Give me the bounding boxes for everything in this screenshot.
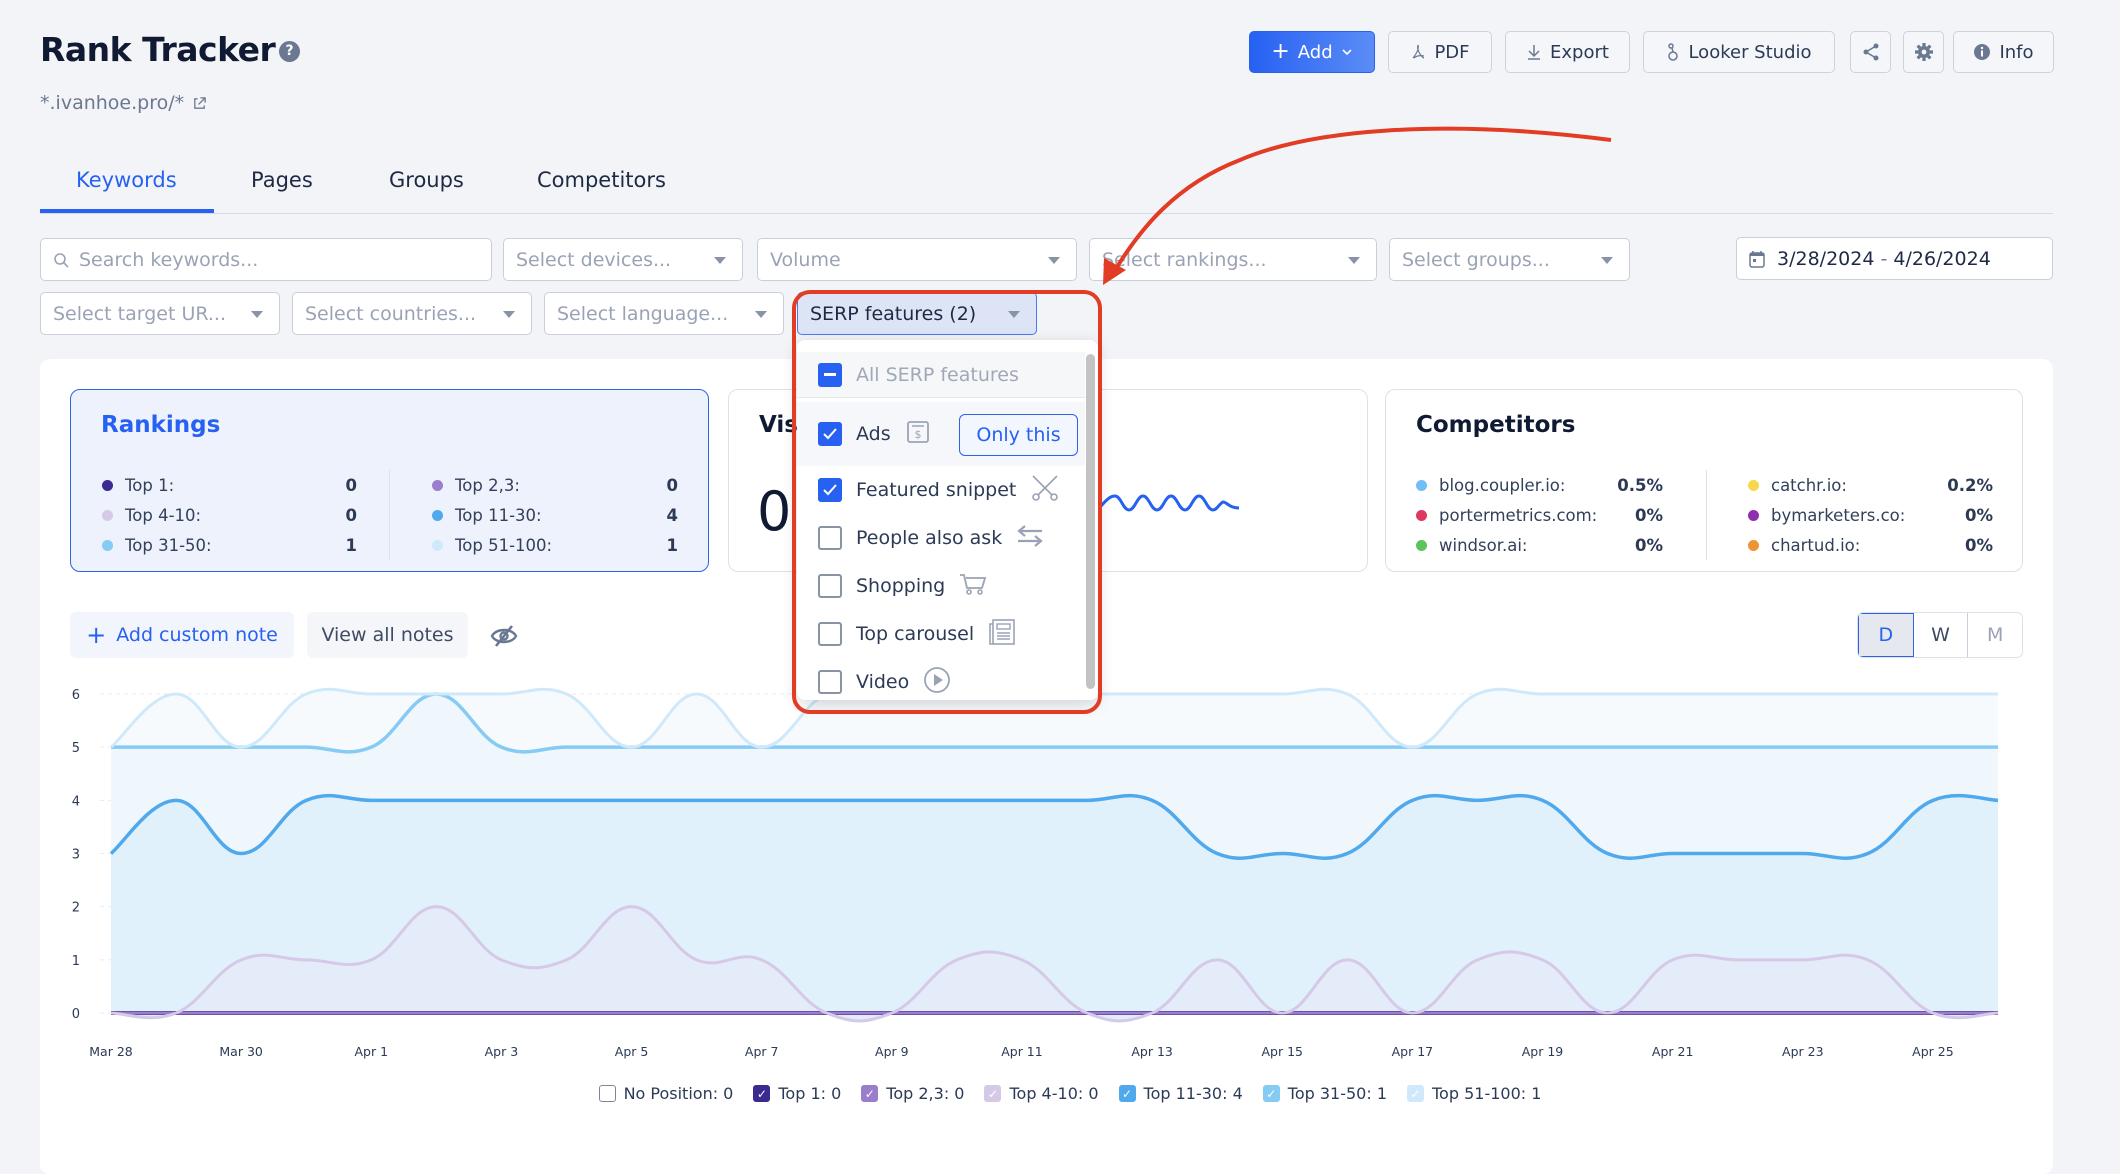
x-tick-label: Apr 21 [1652, 1044, 1694, 1059]
dollar-receipt-icon: $ [905, 419, 931, 450]
serp-option-top-carousel[interactable]: Top carousel [797, 610, 1085, 658]
serp-option-label: Featured snippet [856, 479, 1017, 501]
legend-label: Top 4-10: 0 [1009, 1084, 1099, 1103]
checkbox-unchecked[interactable] [818, 574, 842, 598]
y-tick-label: 1 [72, 954, 80, 969]
legend-label: Top 1: 0 [778, 1084, 842, 1103]
serp-option-label: Video [856, 671, 910, 693]
legend-item[interactable]: ✓ Top 4-10: 0 [984, 1084, 1099, 1103]
legend-item[interactable]: ✓ Top 1: 0 [753, 1084, 841, 1103]
x-tick-label: Apr 1 [354, 1044, 388, 1059]
checkbox-checked[interactable]: ✓ [753, 1085, 771, 1102]
legend-item[interactable]: ✓ Top 31-50: 1 [1262, 1084, 1387, 1103]
checkbox-unchecked[interactable] [598, 1085, 616, 1102]
checkbox-checked[interactable] [818, 478, 842, 502]
checkbox-checked[interactable]: ✓ [1118, 1085, 1136, 1102]
x-tick-label: Apr 13 [1131, 1044, 1173, 1059]
cart-icon [959, 572, 987, 601]
legend-label: Top 31-50: 1 [1287, 1084, 1387, 1103]
dropdown-scrollbar[interactable] [1086, 354, 1095, 689]
x-tick-label: Mar 30 [219, 1044, 263, 1059]
all-serp-features-option[interactable]: All SERP features [797, 352, 1085, 398]
checkbox-unchecked[interactable] [818, 670, 842, 694]
x-tick-label: Apr 11 [1001, 1044, 1043, 1059]
legend-label: Top 51-100: 1 [1432, 1084, 1542, 1103]
legend-item[interactable]: ✓ Top 2,3: 0 [861, 1084, 964, 1103]
scissors-icon [1030, 474, 1060, 507]
chart-legend: No Position: 0 ✓ Top 1: 0 ✓ Top 2,3: 0 ✓ Top 4… [0, 1084, 2120, 1103]
legend-item[interactable]: ✓ Top 51-100: 1 [1407, 1084, 1541, 1103]
swap-arrows-icon [1016, 524, 1044, 553]
x-tick-label: Apr 23 [1782, 1044, 1824, 1059]
serp-option-shopping[interactable]: Shopping [797, 562, 1085, 610]
x-tick-label: Apr 25 [1912, 1044, 1954, 1059]
serp-option-label: People also ask [856, 527, 1003, 549]
x-tick-label: Mar 28 [89, 1044, 133, 1059]
serp-option-featured-snippet[interactable]: Featured snippet [797, 466, 1085, 514]
all-serp-label: All SERP features [856, 363, 1019, 386]
checkbox-checked[interactable]: ✓ [1407, 1085, 1424, 1102]
only-this-button[interactable]: Only this [959, 414, 1078, 456]
x-tick-label: Apr 9 [875, 1044, 909, 1059]
y-tick-label: 5 [72, 741, 80, 756]
x-tick-label: Apr 3 [485, 1044, 519, 1059]
serp-option-label: Top carousel [856, 623, 975, 645]
checkbox-checked[interactable]: ✓ [984, 1085, 1002, 1102]
y-tick-label: 4 [72, 794, 80, 809]
y-tick-label: 0 [72, 1007, 80, 1022]
svg-text:$: $ [914, 428, 921, 441]
checkmark-icon [823, 484, 837, 496]
checkmark-icon [823, 428, 837, 440]
checkbox-checked[interactable] [818, 422, 842, 446]
legend-item[interactable]: ✓ Top 11-30: 4 [1118, 1084, 1243, 1103]
legend-item[interactable]: No Position: 0 [598, 1084, 734, 1103]
x-tick-label: Apr 19 [1522, 1044, 1564, 1059]
x-tick-label: Apr 17 [1392, 1044, 1434, 1059]
y-tick-label: 6 [72, 688, 80, 703]
play-circle-icon [923, 666, 951, 699]
y-tick-label: 3 [72, 848, 80, 863]
serp-features-dropdown: All SERP features Ads $ Featured snippet Pe… [797, 340, 1098, 700]
indeterminate-checkbox[interactable] [818, 362, 842, 387]
serp-option-video[interactable]: Video [797, 658, 1085, 700]
legend-label: Top 2,3: 0 [886, 1084, 965, 1103]
legend-label: No Position: 0 [623, 1084, 734, 1103]
checkbox-unchecked[interactable] [818, 526, 842, 550]
newspaper-icon [988, 618, 1016, 651]
checkbox-checked[interactable]: ✓ [861, 1085, 879, 1102]
x-tick-label: Apr 15 [1261, 1044, 1303, 1059]
serp-option-label: Shopping [856, 575, 946, 597]
legend-label: Top 11-30: 4 [1143, 1084, 1243, 1103]
serp-option-people-also-ask[interactable]: People also ask [797, 514, 1085, 562]
y-tick-label: 2 [72, 901, 80, 916]
x-tick-label: Apr 7 [745, 1044, 779, 1059]
checkbox-unchecked[interactable] [818, 622, 842, 646]
checkbox-checked[interactable]: ✓ [1262, 1085, 1280, 1102]
x-tick-label: Apr 5 [615, 1044, 649, 1059]
serp-option-label: Ads [856, 423, 891, 445]
